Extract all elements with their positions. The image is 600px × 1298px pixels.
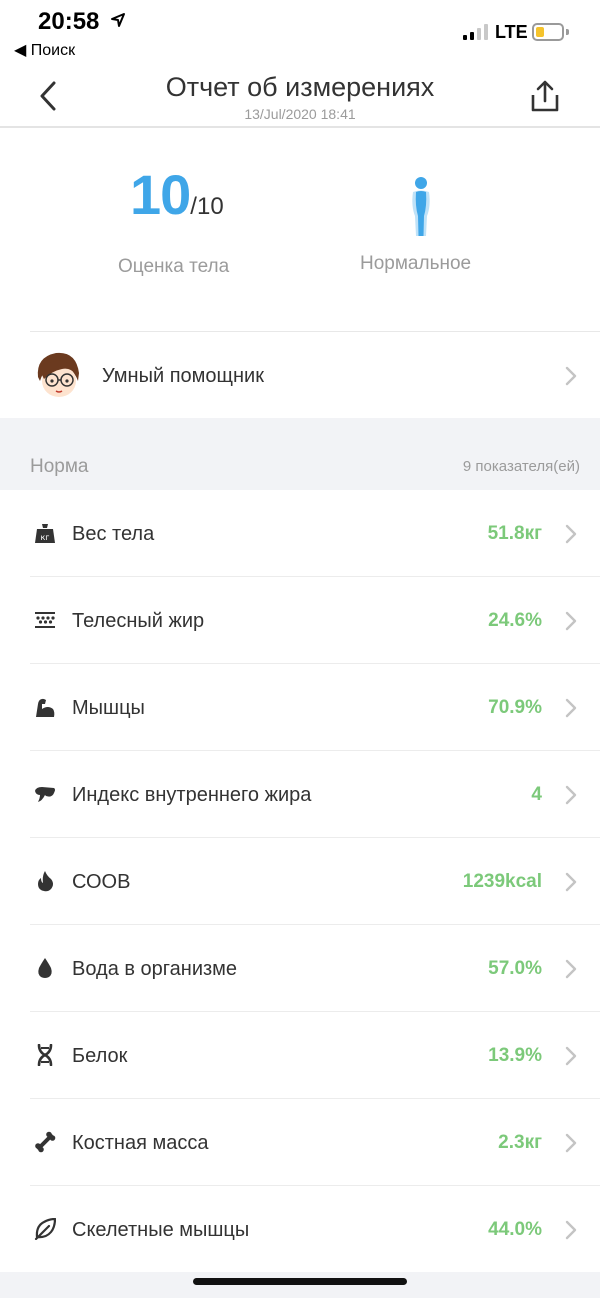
bottom-strip: [0, 1272, 600, 1298]
body-fat-icon: [35, 612, 55, 628]
metric-row-body-fat[interactable]: Телесный жир 24.6%: [0, 577, 600, 664]
metric-value: 44.0%: [488, 1219, 542, 1240]
metric-row-body-water[interactable]: Вода в организме 57.0%: [0, 925, 600, 1012]
chevron-right-icon: [565, 524, 577, 544]
chevron-right-icon: [565, 366, 577, 386]
metric-row-visceral-fat[interactable]: Индекс внутреннего жира 4: [0, 751, 600, 838]
status-bar: 20:58 ◀ Поиск LTE: [0, 0, 600, 64]
home-indicator[interactable]: [193, 1278, 407, 1285]
metric-label: Вода в организме: [72, 958, 238, 980]
water-drop-icon: [38, 958, 52, 978]
metric-label: Белок: [72, 1045, 128, 1067]
body-type-label: Нормальное: [360, 253, 472, 274]
section-header-normal: Норма 9 показателя(ей): [0, 418, 600, 490]
body-score-label: Оценка тела: [118, 256, 230, 277]
back-to-app-link[interactable]: ◀ Поиск: [14, 40, 75, 60]
metric-row-muscle[interactable]: Мышцы 70.9%: [0, 664, 600, 751]
metric-value: 4: [531, 784, 542, 805]
metric-value: 13.9%: [488, 1045, 542, 1066]
metric-label: Костная масса: [72, 1132, 209, 1154]
chevron-right-icon: [565, 872, 577, 892]
metric-value: 2.3кг: [498, 1132, 542, 1153]
chevron-right-icon: [565, 1220, 577, 1240]
weight-icon: кг: [35, 524, 55, 543]
network-type: LTE: [495, 22, 528, 42]
nav-header: Отчет об измерениях 13/Jul/2020 18:41: [0, 64, 600, 128]
metric-row-skeletal-muscle[interactable]: Скелетные мышцы 44.0%: [0, 1186, 600, 1273]
muscle-icon: [36, 698, 55, 717]
metric-value: 51.8кг: [487, 523, 542, 544]
metric-value: 57.0%: [488, 958, 542, 979]
chevron-right-icon: [565, 1046, 577, 1066]
page-title: Отчет об измерениях: [165, 72, 435, 102]
share-button[interactable]: [526, 76, 564, 116]
metric-label: Телесный жир: [72, 610, 205, 632]
body-score: 10/10: [130, 162, 240, 227]
flame-icon: [38, 871, 53, 892]
metric-row-weight[interactable]: кг Вес тела 51.8кг: [0, 490, 600, 577]
measurement-date: 13/Jul/2020 18:41: [244, 106, 356, 122]
dna-icon: [37, 1044, 53, 1066]
signal-strength-icon: [463, 24, 488, 40]
metric-row-bone-mass[interactable]: Костная масса 2.3кг: [0, 1099, 600, 1186]
status-time: 20:58: [38, 8, 100, 35]
metric-label: СООВ: [72, 871, 131, 893]
section-count: 9 показателя(ей): [462, 458, 580, 475]
body-type-icon: [412, 177, 430, 236]
body-score-max: /10: [190, 193, 224, 220]
metric-value: 1239kcal: [462, 871, 542, 892]
smart-assistant-row[interactable]: Умный помощник: [30, 331, 600, 418]
metric-label: Индекс внутреннего жира: [72, 784, 312, 806]
visceral-fat-icon: [35, 787, 55, 802]
assistant-label: Умный помощник: [102, 365, 264, 387]
metric-row-protein[interactable]: Белок 13.9%: [0, 1012, 600, 1099]
metric-value: 24.6%: [488, 610, 542, 631]
metrics-list: кг Вес тела 51.8кг Телесный жир 24.6% Мы…: [0, 490, 600, 1273]
metric-label: Вес тела: [72, 523, 155, 545]
section-title: Норма: [30, 456, 89, 477]
svg-text:кг: кг: [40, 533, 49, 542]
leaf-icon: [34, 1218, 56, 1240]
metric-value: 70.9%: [488, 697, 542, 718]
chevron-right-icon: [565, 959, 577, 979]
chevron-right-icon: [565, 698, 577, 718]
metric-label: Скелетные мышцы: [72, 1219, 250, 1241]
metric-row-bmr[interactable]: СООВ 1239kcal: [0, 838, 600, 925]
location-arrow-icon: [111, 13, 125, 27]
bone-icon: [35, 1131, 56, 1153]
chevron-right-icon: [565, 785, 577, 805]
chevron-right-icon: [565, 1133, 577, 1153]
assistant-avatar: [32, 349, 84, 401]
metric-label: Мышцы: [72, 697, 145, 719]
battery-icon: [532, 23, 564, 41]
share-icon: [531, 80, 559, 112]
body-score-value: 10: [130, 163, 191, 226]
chevron-right-icon: [565, 611, 577, 631]
